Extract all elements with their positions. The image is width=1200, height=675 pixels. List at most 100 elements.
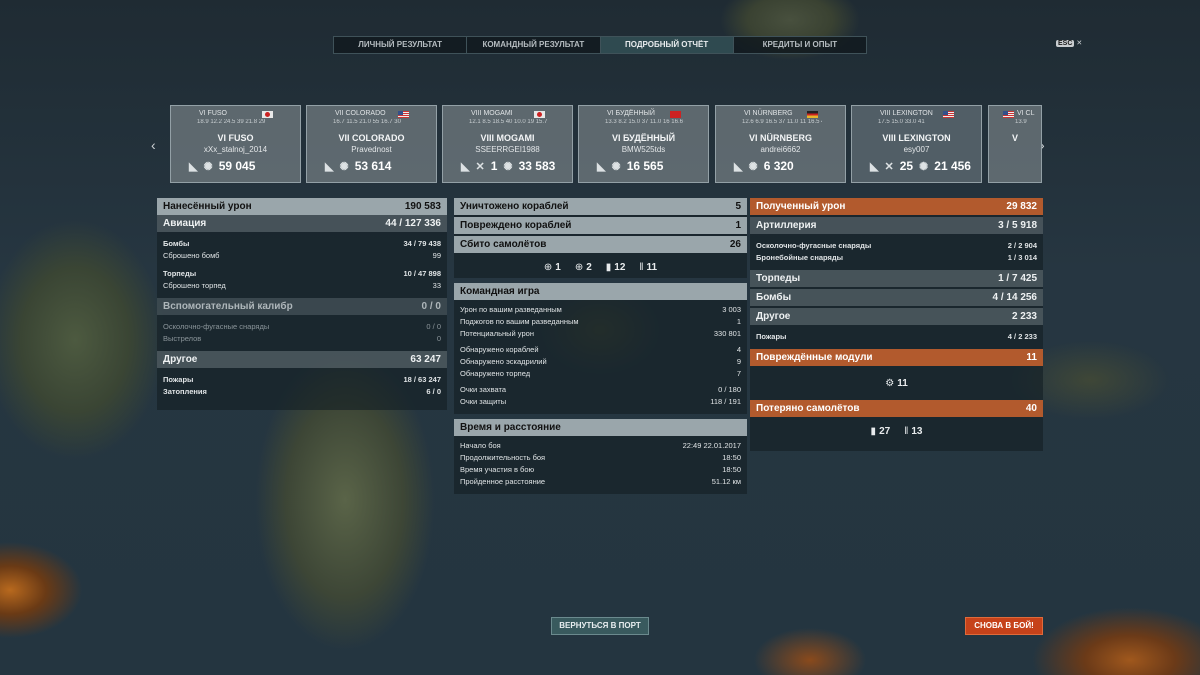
received-fires-label: Пожары: [756, 332, 787, 341]
torpedo-icon: ‖ 13: [904, 425, 923, 437]
row-label: Очки защиты: [460, 397, 507, 406]
tab-detailed-report[interactable]: ПОДРОБНЫЙ ОТЧЁТ: [600, 37, 734, 53]
row-label: Поджогов по вашим разведанным: [460, 317, 579, 326]
ship-card[interactable]: VIII LEXINGTON 17.5 15.0 33.0 41 VIII LEXI…: [851, 105, 982, 183]
bombs-dropped-value: 99: [432, 251, 441, 260]
ship-stats-mini: 12.1 8.5 18.5 40 10.0 19 15.7 15: [469, 119, 549, 125]
ship-card-stats: ◣ ✺ 53 614: [325, 159, 391, 173]
damage-burst-icon: ✺: [503, 160, 513, 173]
results-tabs: ЛИЧНЫЙ РЕЗУЛЬТАТ КОМАНДНЫЙ РЕЗУЛЬТАТ ПОД…: [333, 36, 867, 54]
row-label: Начало боя: [460, 441, 501, 450]
ship-card-stats: ◣ ✺ 59 045: [189, 159, 255, 173]
other-damage-row: Другое 63 247: [157, 351, 447, 368]
row-label: Время участия в бою: [460, 465, 535, 474]
ship-card[interactable]: VI CL 13.9 V: [988, 105, 1042, 183]
return-to-port-button[interactable]: ВЕРНУТЬСЯ В ПОРТ: [551, 617, 649, 635]
ship-card[interactable]: VI FUSO 18.9 12.2 24.5 39 21.8 29 VI FUSO x…: [170, 105, 301, 183]
secondary-he-row: Осколочно-фугасные снаряды 0 / 0: [157, 321, 447, 333]
nation-flag-icon: [262, 111, 273, 118]
tab-credits-xp[interactable]: КРЕДИТЫ И ОПЫТ: [734, 37, 866, 53]
nation-flag-icon: [943, 111, 954, 118]
ship-tier-name-small: VIII LEXINGTON: [880, 110, 933, 117]
lost-bombers-count: 27: [879, 425, 891, 437]
shots-value: 0: [436, 334, 441, 343]
fighter-count: 1: [555, 261, 561, 273]
received-ap-row: Бронебойные снаряды 1 / 3 014: [750, 252, 1043, 264]
battle-again-button[interactable]: СНОВА В БОЙ!: [965, 617, 1043, 635]
torpedoes-dropped-value: 33: [432, 281, 441, 290]
time-distance-row: Начало боя 22:49 22.01.2017: [454, 440, 747, 452]
kill-count: 1: [490, 159, 498, 173]
artillery-row: Артиллерия 3 / 5 918: [750, 217, 1043, 234]
tab-team-result[interactable]: КОМАНДНЫЙ РЕЗУЛЬТАТ: [467, 37, 601, 53]
planes-shot-label: Сбито самолётов: [460, 239, 547, 250]
received-other-row: Другое 2 233: [750, 308, 1043, 325]
torpedo-icon: ‖ 11: [639, 261, 658, 273]
damaged-modules-value: 11: [1026, 352, 1037, 363]
ship-card[interactable]: VI NÜRNBERG 12.6 6.9 16.5 37 11.0 11 16.5…: [715, 105, 846, 183]
ship-stats-mini: 12.6 6.9 16.5 37 11.0 11 16.5 4: [742, 119, 822, 125]
kill-count: 25: [899, 159, 914, 173]
aviation-label: Авиация: [163, 218, 207, 229]
ship-card[interactable]: VII COLORADO 16.7 11.5 21.0 55 16.7 30 VII…: [306, 105, 437, 183]
ship-class-icon: ◣: [870, 160, 879, 173]
scroll-left-arrow-icon[interactable]: ‹: [151, 137, 156, 153]
ship-name: VI NÜRNBERG: [748, 133, 812, 143]
row-value: 22:49 22.01.2017: [682, 441, 741, 450]
esc-key-label: ESC: [1056, 39, 1075, 47]
row-value: 1: [736, 317, 741, 326]
damage-value: 21 456: [934, 159, 971, 173]
kills-panel: Уничтожено кораблей 5 Повреждено кораблей…: [454, 198, 747, 278]
row-value: 51.12 км: [711, 477, 741, 486]
player-name: esy007: [903, 145, 930, 154]
dealt-damage-label: Нанесённый урон: [163, 201, 252, 212]
torpedoes-dropped-row: Сброшено торпед 33: [157, 280, 447, 292]
ship-card-stats: ◣ ✕ 25 ✺ 21 456: [870, 159, 971, 173]
damaged-modules-header: Повреждённые модули 11: [750, 349, 1043, 366]
aviation-row: Авиация 44 / 127 336: [157, 215, 447, 232]
team-play-row: Обнаружено торпед 7: [454, 368, 747, 380]
planes-shot-row: Сбито самолётов 26: [454, 236, 747, 253]
fires-label: Пожары: [163, 375, 194, 384]
lost-planes-value: 40: [1025, 403, 1037, 414]
close-button[interactable]: ESC ✕: [1056, 39, 1082, 47]
secondary-battery-row: Вспомогательный калибр 0 / 0: [157, 298, 447, 315]
row-value: 7: [736, 369, 741, 378]
artillery-value: 3 / 5 918: [998, 220, 1037, 231]
ship-card[interactable]: VI БУДЁННЫЙ 13.3 8.2 15.0 37 11.0 16 16.6…: [578, 105, 709, 183]
ship-card-stats: ◣ ✕ 1 ✺ 33 583: [461, 159, 555, 173]
row-label: Потенциальный урон: [460, 329, 534, 338]
ship-card[interactable]: VIII MOGAMI 12.1 8.5 18.5 40 10.0 19 15.7…: [442, 105, 573, 183]
damaged-ships-value: 1: [735, 220, 741, 231]
received-bombs-row: Бомбы 4 / 14 256: [750, 289, 1043, 306]
received-other-label: Другое: [756, 311, 791, 322]
fires-value: 18 / 63 247: [403, 375, 441, 384]
received-damage-header: Полученный урон 29 832: [750, 198, 1043, 215]
tab-personal-result[interactable]: ЛИЧНЫЙ РЕЗУЛЬТАТ: [334, 37, 468, 53]
ship-card-stats: ◣ ✺ 6 320: [734, 159, 794, 173]
row-label: Пройденное расстояние: [460, 477, 546, 486]
time-distance-panel: Время и расстояние Начало боя 22:49 22.01…: [454, 419, 747, 494]
ship-stats-mini: 17.5 15.0 33.0 41: [878, 119, 925, 125]
ship-stats-mini: 13.3 8.2 15.0 37 11.0 16 16.6 8: [605, 119, 685, 125]
plane-kill-icon: ✕: [475, 160, 485, 173]
ship-tier-name-small: VI БУДЁННЫЙ: [607, 110, 655, 117]
ship-tier-name-small: VI CL: [1017, 110, 1035, 117]
ship-stats-mini: 18.9 12.2 24.5 39 21.8 29: [197, 119, 266, 125]
bombs-label: Бомбы: [163, 239, 190, 248]
ship-name: V: [1011, 133, 1018, 143]
team-play-row: Поджогов по вашим разведанным 1: [454, 316, 747, 328]
time-distance-row: Продолжительность боя 18:50: [454, 452, 747, 464]
player-name: Pravednost: [351, 145, 392, 154]
artillery-label: Артиллерия: [756, 220, 817, 231]
received-fires-row: Пожары 4 / 2 233: [750, 331, 1043, 343]
damage-value: 6 320: [763, 159, 794, 173]
lost-torpedo-bombers-count: 13: [911, 425, 923, 437]
team-play-row: Обнаружено эскадрилий 9: [454, 356, 747, 368]
nation-flag-icon: [534, 111, 545, 118]
shots-label: Выстрелов: [163, 334, 202, 343]
destroyed-ships-value: 5: [735, 201, 741, 212]
bombs-value: 34 / 79 438: [403, 239, 441, 248]
received-ap-value: 1 / 3 014: [1007, 253, 1037, 262]
player-name: andrei6662: [760, 145, 801, 154]
